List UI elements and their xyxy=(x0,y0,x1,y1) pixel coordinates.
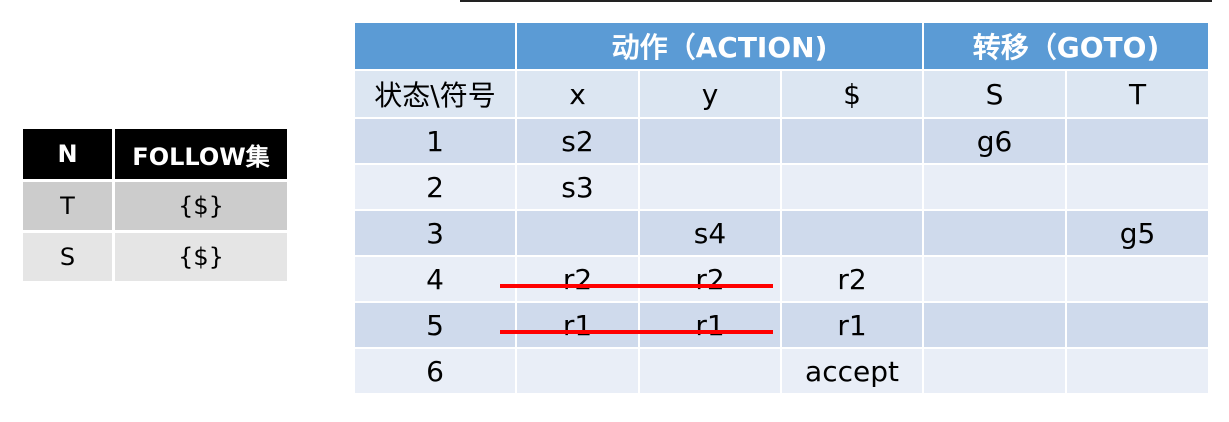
table-cell: r1 xyxy=(515,301,640,349)
follow-header-n: N xyxy=(20,126,115,182)
table-cell xyxy=(922,209,1067,257)
table-cell xyxy=(922,163,1067,211)
table-cell xyxy=(1065,255,1210,303)
table-cell: g6 xyxy=(922,117,1067,165)
state-cell: 2 xyxy=(353,163,517,211)
table-cell xyxy=(638,117,782,165)
strikethrough-line-row-4 xyxy=(500,284,773,288)
column-header: S xyxy=(922,69,1067,119)
table-cell: r2 xyxy=(515,255,640,303)
table-cell xyxy=(638,163,782,211)
table-cell xyxy=(922,347,1067,395)
follow-nonterminal: S xyxy=(20,230,115,284)
column-header: $ xyxy=(780,69,924,119)
follow-set: {$} xyxy=(112,230,290,284)
column-header: x xyxy=(515,69,640,119)
follow-set: {$} xyxy=(112,179,290,233)
follow-nonterminal: T xyxy=(20,179,115,233)
table-cell xyxy=(1065,163,1210,211)
column-header: T xyxy=(1065,69,1210,119)
goto-group-header: 转移（GOTO) xyxy=(922,21,1210,71)
table-row: 6 accept xyxy=(353,347,1210,395)
table-cell xyxy=(1065,301,1210,349)
table-cell: r2 xyxy=(780,255,924,303)
table-cell: r1 xyxy=(780,301,924,349)
table-row: 3 s4 g5 xyxy=(353,209,1210,257)
table-cell xyxy=(1065,117,1210,165)
table-row: 4 r2 r2 r2 xyxy=(353,255,1210,303)
state-cell: 5 xyxy=(353,301,517,349)
table-cell: g5 xyxy=(1065,209,1210,257)
table-row: S {$} xyxy=(20,230,290,284)
follow-set-table: N FOLLOW集 T {$} S {$} xyxy=(20,126,290,284)
follow-header-set: FOLLOW集 xyxy=(112,126,290,182)
table-cell: s3 xyxy=(515,163,640,211)
table-cell: accept xyxy=(780,347,924,395)
table-cell xyxy=(780,117,924,165)
column-header-row: 状态\符号 x y $ S T xyxy=(353,69,1210,119)
action-group-header: 动作（ACTION) xyxy=(515,21,924,71)
top-divider-line xyxy=(460,0,1212,2)
state-cell: 4 xyxy=(353,255,517,303)
table-row: 1 s2 g6 xyxy=(353,117,1210,165)
table-cell: s4 xyxy=(638,209,782,257)
column-header: 状态\符号 xyxy=(353,69,517,119)
table-row: 2 s3 xyxy=(353,163,1210,211)
column-header: y xyxy=(638,69,782,119)
table-cell xyxy=(780,209,924,257)
table-row: T {$} xyxy=(20,179,290,233)
state-cell: 3 xyxy=(353,209,517,257)
table-cell: s2 xyxy=(515,117,640,165)
group-header-row: 动作（ACTION) 转移（GOTO) xyxy=(353,21,1210,71)
table-row: 5 r1 r1 r1 xyxy=(353,301,1210,349)
table-cell xyxy=(638,347,782,395)
table-cell xyxy=(515,209,640,257)
table-cell: r2 xyxy=(638,255,782,303)
state-cell: 6 xyxy=(353,347,517,395)
table-cell xyxy=(922,301,1067,349)
lr-parse-table: 动作（ACTION) 转移（GOTO) 状态\符号 x y $ S T 1 s2… xyxy=(353,21,1210,395)
table-cell xyxy=(922,255,1067,303)
strikethrough-line-row-5 xyxy=(500,330,773,334)
group-header-empty xyxy=(353,21,517,71)
table-cell xyxy=(1065,347,1210,395)
table-cell xyxy=(515,347,640,395)
follow-header-row: N FOLLOW集 xyxy=(20,126,290,182)
table-cell: r1 xyxy=(638,301,782,349)
table-cell xyxy=(780,163,924,211)
state-cell: 1 xyxy=(353,117,517,165)
